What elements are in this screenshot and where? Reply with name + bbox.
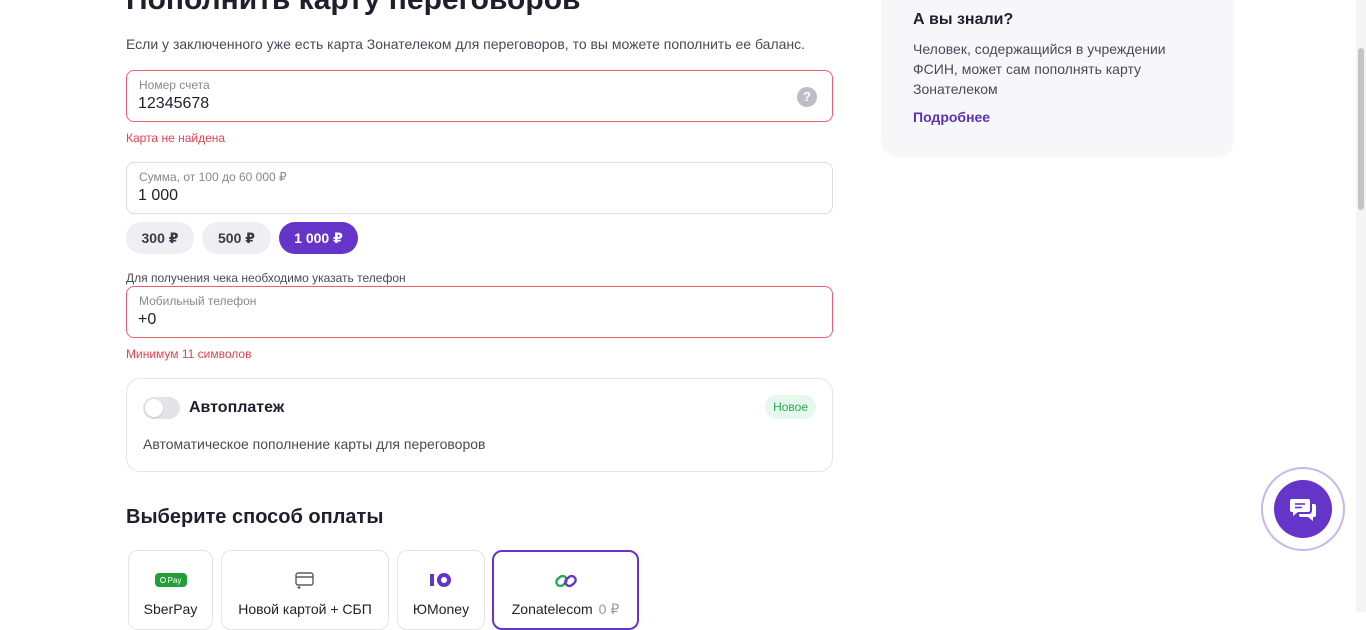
toggle-knob	[145, 399, 163, 417]
zonatelecom-icon	[554, 572, 578, 590]
chat-icon	[1274, 480, 1332, 538]
phone-error: Минимум 11 символов	[126, 347, 252, 361]
new-badge: Новое	[765, 395, 816, 419]
payment-method-yumoney[interactable]: ЮMoney	[397, 550, 485, 630]
amount-chip-300[interactable]: 300 ₽	[126, 222, 194, 254]
payment-method-label: Zonatelecom 0 ₽	[511, 601, 620, 617]
amount-chip-500[interactable]: 500 ₽	[202, 222, 271, 254]
account-number-error: Карта не найдена	[126, 131, 226, 145]
autopay-description: Автоматическое пополнение карты для пере…	[143, 436, 486, 452]
sberpay-icon: Pay	[154, 571, 187, 589]
amount-label: Сумма, от 100 до 60 000 ₽	[139, 170, 287, 184]
amount-chip-1000[interactable]: 1 000 ₽	[279, 222, 358, 254]
new-card-icon	[295, 571, 315, 589]
yumoney-icon	[429, 571, 453, 589]
phone-hint: Для получения чека необходимо указать те…	[126, 271, 406, 285]
page-title: Пополнить карту переговоров	[126, 0, 580, 18]
scrollbar-thumb[interactable]	[1358, 48, 1364, 210]
page-intro: Если у заключенного уже есть карта Зонат…	[126, 36, 806, 52]
account-number-label: Номер счета	[139, 78, 210, 92]
info-title: А вы знали?	[913, 11, 1014, 28]
payment-method-sberpay[interactable]: Pay SberPay	[128, 550, 213, 630]
info-more-link[interactable]: Подробнее	[913, 108, 990, 126]
account-number-input[interactable]	[138, 93, 778, 115]
autopay-card: Автоплатеж Новое Автоматическое пополнен…	[126, 378, 833, 472]
info-text: Человек, содержащийся в учреждении ФСИН,…	[913, 41, 1166, 97]
zonatelecom-balance: 0 ₽	[598, 601, 620, 617]
payment-method-zonatelecom[interactable]: Zonatelecom 0 ₽	[492, 550, 639, 630]
page-scrollbar[interactable]	[1356, 0, 1366, 612]
account-number-field[interactable]: Номер счета ?	[126, 70, 833, 122]
payment-method-label: ЮMoney	[412, 601, 470, 617]
phone-field[interactable]: Мобильный телефон	[126, 286, 833, 338]
autopay-title: Автоплатеж	[189, 399, 285, 416]
payment-method-new-card[interactable]: Новой картой + СБП	[221, 550, 389, 630]
phone-label: Мобильный телефон	[139, 294, 257, 308]
question-icon[interactable]: ?	[797, 87, 817, 107]
autopay-toggle[interactable]	[143, 397, 180, 419]
amount-input[interactable]	[138, 185, 778, 207]
amount-field[interactable]: Сумма, от 100 до 60 000 ₽	[126, 162, 833, 214]
payment-section-title: Выберите способ оплаты	[126, 506, 384, 528]
payment-method-label: SberPay	[143, 601, 198, 617]
info-card: А вы знали? Человек, содержащийся в учре…	[881, 0, 1234, 157]
phone-input[interactable]	[138, 309, 778, 331]
chat-button[interactable]	[1261, 467, 1345, 551]
payment-method-label: Новой картой + СБП	[238, 601, 372, 617]
